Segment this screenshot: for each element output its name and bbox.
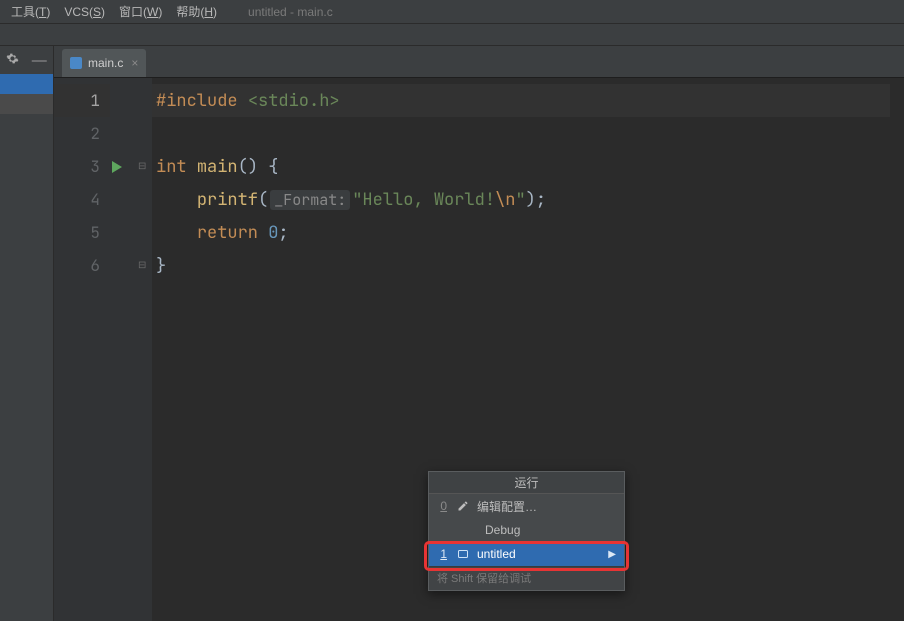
menu-tools[interactable]: 工具(T) [4, 0, 57, 24]
toolwindow-item[interactable] [0, 94, 53, 114]
code-line: } [152, 249, 890, 282]
run-gutter-icon[interactable] [112, 161, 122, 173]
menu-vcs[interactable]: VCS(S) [57, 0, 112, 24]
code-line: return 0; [152, 216, 890, 249]
edit-icon [457, 500, 469, 512]
gutter-icons [110, 78, 136, 621]
code-line: printf(_Format:"Hello, World!\n"); [152, 183, 890, 216]
fold-close-icon[interactable]: ⊟ [138, 261, 146, 271]
parameter-hint: _Format: [270, 190, 350, 210]
code-line: int main() { [152, 150, 890, 183]
toolwindow-item-selected[interactable] [0, 74, 53, 94]
popup-footer-hint: 将 Shift 保留给调试 [429, 566, 624, 590]
fold-open-icon[interactable]: ⊟ [138, 162, 146, 172]
popup-item-untitled[interactable]: 1 untitled ▶ [429, 542, 624, 566]
error-stripe [890, 78, 904, 621]
line-number[interactable]: 3 [54, 150, 110, 183]
code-line: #include <stdio.h> [152, 84, 890, 117]
popup-item-label: Debug [485, 523, 520, 537]
fold-column: ⊟ ⊟ [136, 78, 152, 621]
run-config-icon [457, 548, 469, 560]
popup-item-debug[interactable]: Debug [429, 518, 624, 542]
tool-window-strip: — [0, 46, 54, 621]
line-number[interactable]: 6 [54, 249, 110, 282]
popup-item-label: untitled [477, 547, 516, 561]
line-number[interactable]: 2 [54, 117, 110, 150]
gutter: 1 2 3 4 5 6 [54, 78, 110, 621]
editor-tab-main-c[interactable]: main.c × [62, 49, 146, 77]
code-line [152, 117, 890, 150]
run-popup: 运行 0 编辑配置… Debug 1 untitled ▶ 将 Shift 保留… [428, 471, 625, 591]
gear-icon[interactable] [6, 52, 19, 68]
line-number[interactable]: 5 [54, 216, 110, 249]
popup-item-label: 编辑配置… [477, 498, 537, 515]
popup-title: 运行 [429, 472, 624, 494]
app-root: 工具(T) VCS(S) 窗口(W) 帮助(H) untitled - main… [0, 0, 904, 621]
tab-label: main.c [88, 56, 123, 70]
line-number[interactable]: 1 [54, 84, 110, 117]
popup-item-edit-config[interactable]: 0 编辑配置… [429, 494, 624, 518]
toolbar [0, 24, 904, 46]
line-number[interactable]: 4 [54, 183, 110, 216]
chevron-right-icon: ▶ [608, 549, 616, 560]
close-icon[interactable]: × [131, 57, 138, 69]
minimize-icon[interactable]: — [32, 54, 47, 67]
window-title: untitled - main.c [248, 5, 333, 19]
menu-bar: 工具(T) VCS(S) 窗口(W) 帮助(H) untitled - main… [0, 0, 904, 24]
menu-window[interactable]: 窗口(W) [112, 0, 169, 24]
editor-tabs: main.c × [54, 46, 904, 78]
menu-help[interactable]: 帮助(H) [169, 0, 224, 24]
c-file-icon [70, 57, 82, 69]
